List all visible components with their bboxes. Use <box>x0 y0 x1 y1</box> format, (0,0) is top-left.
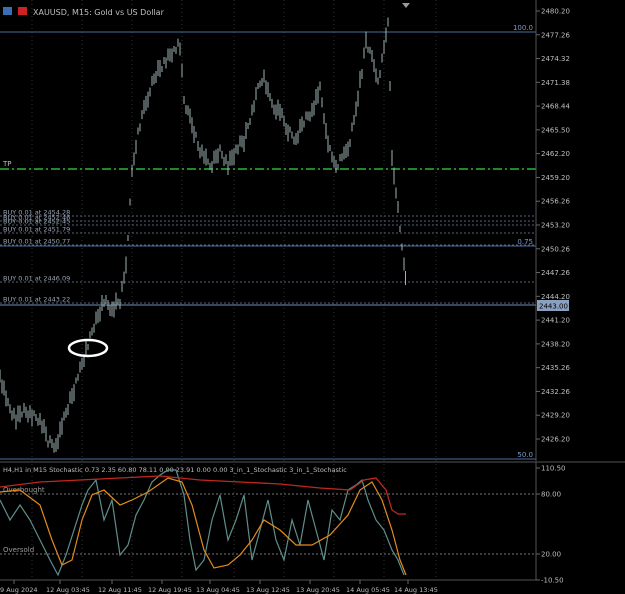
time-tick-label: 12 Aug 19:45 <box>148 586 192 594</box>
time-tick-label: 14 Aug 05:45 <box>346 586 390 594</box>
price-tick-label: 2438.20 <box>541 340 570 348</box>
symbol-title: XAUUSD, M15: Gold vs US Dollar <box>33 8 165 17</box>
time-tick-label: 14 Aug 13:45 <box>394 586 438 594</box>
price-tick-label: 2426.20 <box>541 436 570 444</box>
indicator-panel[interactable]: H4,H1 in M15 Stochastic 0.73 2.35 60.80 … <box>0 462 566 585</box>
price-tick-label: 2435.26 <box>541 364 570 372</box>
indicator-axis[interactable]: 110.50 80.00 20.00 -10.50 <box>536 465 566 585</box>
price-tick-label: 2450.26 <box>541 245 570 253</box>
fib-100-label: 100.0 <box>513 24 533 32</box>
price-tick-label: 2480.20 <box>541 8 570 16</box>
price-tick-label: 2459.20 <box>541 174 570 182</box>
tp-label: TP <box>2 160 12 168</box>
current-price-value: 2443.00 <box>539 303 568 311</box>
price-tick-label: 2474.32 <box>541 55 570 63</box>
chart-type-icon[interactable] <box>3 7 12 15</box>
stochastic-fast-line <box>0 469 405 577</box>
buy-order-label: BUY 0.01 at 2452.45 <box>3 218 70 226</box>
price-tick-label: 2429.20 <box>541 412 570 420</box>
price-tick-label: 2432.26 <box>541 388 570 396</box>
trading-chart[interactable]: XAUUSD, M15: Gold vs US Dollar 100.0 TP … <box>0 0 625 594</box>
price-tick-label: 2477.26 <box>541 31 570 39</box>
price-tick-label: 2468.44 <box>541 103 570 111</box>
price-tick-label: 2447.26 <box>541 269 570 277</box>
buy-order-label: BUY 0.01 at 2443.22 <box>3 296 70 304</box>
time-axis[interactable]: 9 Aug 2024 12 Aug 03:45 12 Aug 11:45 12 Aug… <box>0 580 438 594</box>
fib-50-label: 50.0 <box>517 451 533 459</box>
price-tick-label: 2462.20 <box>541 150 570 158</box>
price-axis[interactable]: 2480.20 2477.26 2474.32 2471.38 2468.44 2465.… <box>536 8 570 444</box>
time-tick-label: 12 Aug 11:45 <box>98 586 142 594</box>
price-tick-label: 2444.20 <box>541 293 570 301</box>
stochastic-htf-line <box>0 475 406 515</box>
price-panel[interactable] <box>0 0 536 461</box>
buy-order-label: BUY 0.01 at 2446.09 <box>3 275 70 283</box>
indicator-tick-label: 80.00 <box>541 491 561 499</box>
price-tick-label: 2465.50 <box>541 126 570 134</box>
indicator-tick-label: 110.50 <box>541 465 566 473</box>
time-tick-label: 13 Aug 04:45 <box>196 586 240 594</box>
price-tick-label: 2471.38 <box>541 79 570 87</box>
trade-icon[interactable] <box>18 7 27 15</box>
oversold-label: Oversold <box>3 546 34 554</box>
buy-order-label: BUY 0.01 at 2451.79 <box>3 226 70 234</box>
buy-order-label: BUY 0.01 at 2450.77 <box>3 238 70 246</box>
price-tick-label: 2453.20 <box>541 222 570 230</box>
time-tick-label: 13 Aug 12:45 <box>246 586 290 594</box>
indicator-tick-label: 20.00 <box>541 551 561 559</box>
time-tick-label: 12 Aug 03:45 <box>46 586 90 594</box>
price-tick-label: 2441.20 <box>541 317 570 325</box>
time-tick-label: 13 Aug 20:45 <box>296 586 340 594</box>
indicator-tick-label: -10.50 <box>541 577 564 585</box>
price-tick-label: 2456.26 <box>541 198 570 206</box>
time-tick-label: 9 Aug 2024 <box>0 586 38 594</box>
